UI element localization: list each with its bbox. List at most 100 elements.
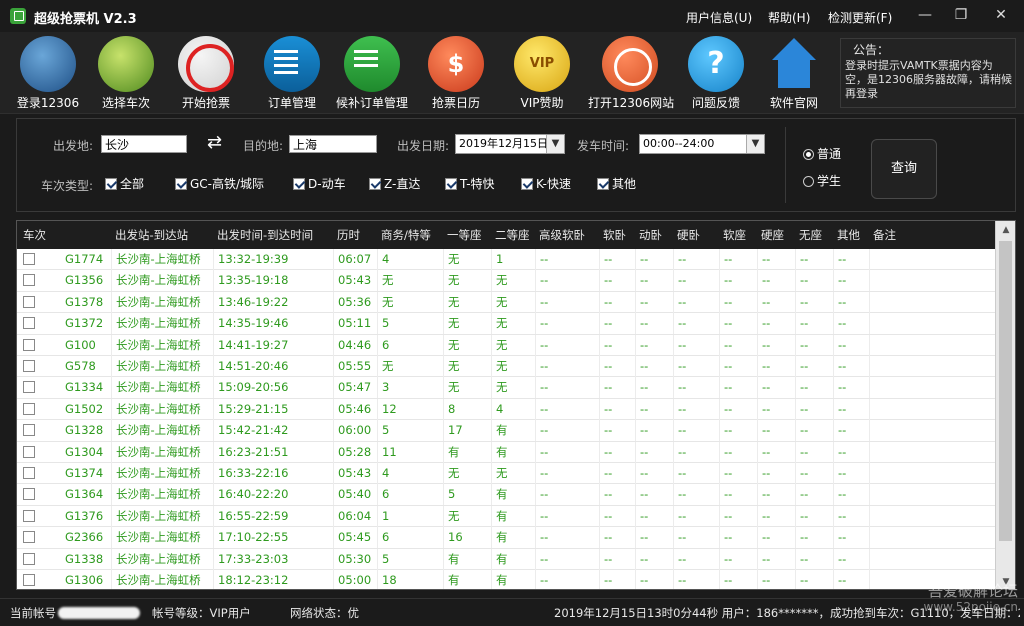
table-row[interactable]: G1502 长沙南-上海虹桥 15:29-21:15 05:46 12 8 4 -- -- -- -… — [17, 398, 997, 421]
column-header[interactable]: 软卧 — [603, 221, 626, 249]
row-checkbox[interactable] — [23, 445, 35, 458]
row-checkbox[interactable] — [23, 552, 35, 565]
menu-user-info[interactable]: 用户信息(U) — [686, 9, 752, 26]
column-header[interactable]: 高级软卧 — [539, 221, 585, 249]
table-row[interactable]: G1356 长沙南-上海虹桥 13:35-19:18 05:43 无无无 -- -- -- --… — [17, 270, 997, 292]
row-checkbox[interactable] — [23, 467, 35, 479]
toolbar-waitlist-button[interactable]: 候补订单管理 — [330, 36, 414, 112]
column-header[interactable]: 出发站-到达站 — [115, 221, 188, 249]
scroll-thumb[interactable] — [999, 241, 1012, 541]
toolbar-feedback-button[interactable]: 问题反馈 — [674, 36, 758, 112]
restore-button[interactable]: ❐ — [950, 6, 972, 24]
type-gc-checkbox[interactable]: GC-高铁/城际 — [175, 177, 264, 193]
row-checkbox[interactable] — [23, 274, 35, 287]
row-checkbox[interactable] — [23, 488, 35, 501]
table-cell: 13:46-19:22 — [213, 291, 333, 313]
menu-help[interactable]: 帮助(H) — [768, 9, 810, 26]
column-header[interactable]: 软座 — [723, 221, 746, 249]
date-value: 2019年12月15日 — [459, 137, 548, 150]
table-row[interactable]: G578 长沙南-上海虹桥 14:51-20:46 05:55 无无无 -- -- -- -- -… — [17, 356, 997, 378]
table-cell: -- — [757, 463, 795, 484]
type-d-checkbox[interactable]: D-动车 — [293, 177, 346, 193]
row-checkbox[interactable] — [23, 574, 35, 586]
row-checkbox[interactable] — [23, 531, 35, 544]
row-checkbox[interactable] — [23, 381, 35, 394]
table-row[interactable]: G2366 长沙南-上海虹桥 17:10-22:55 05:45 6 16 有 -- -- -- -… — [17, 527, 997, 549]
column-header[interactable]: 备注 — [873, 221, 896, 249]
row-checkbox[interactable] — [23, 402, 35, 415]
toolbar-start-grab-button[interactable]: 开始抢票 — [164, 36, 248, 112]
minimize-button[interactable]: — — [914, 6, 936, 24]
scroll-up-icon[interactable]: ▲ — [996, 221, 1015, 239]
table-row[interactable]: G1774 长沙南-上海虹桥 13:32-19:39 06:07 4 无 1 -- -- -- --… — [17, 249, 997, 271]
table-row[interactable]: G1334 长沙南-上海虹桥 15:09-20:56 05:47 3 无无 -- -- -- --… — [17, 377, 997, 399]
row-checkbox[interactable] — [23, 295, 35, 308]
column-header[interactable]: 历时 — [337, 221, 360, 249]
table-cell: -- — [795, 548, 833, 570]
column-header[interactable]: 其他 — [837, 221, 860, 249]
checkbox-label: Z-直达 — [384, 177, 421, 191]
column-header[interactable]: 动卧 — [639, 221, 662, 249]
column-header[interactable]: 二等座 — [495, 221, 530, 249]
column-header[interactable]: 硬座 — [761, 221, 784, 249]
row-checkbox[interactable] — [23, 338, 35, 351]
row-checkbox[interactable] — [23, 424, 35, 437]
passenger-student-radio[interactable]: 学生 — [803, 174, 841, 190]
column-header[interactable]: 无座 — [799, 221, 822, 249]
type-z-checkbox[interactable]: Z-直达 — [369, 177, 420, 193]
table-cell: -- — [599, 484, 635, 506]
table-row[interactable]: G1328 长沙南-上海虹桥 15:42-21:42 06:00 5 17 有 -- -- -- -… — [17, 420, 997, 442]
table-row[interactable]: G1378 长沙南-上海虹桥 13:46-19:22 05:36 无无无 -- -- -- --… — [17, 291, 997, 314]
row-checkbox[interactable] — [23, 317, 35, 330]
app-icon — [10, 8, 26, 24]
table-row[interactable]: G1364 长沙南-上海虹桥 16:40-22:20 05:40 6 5 有 -- -- -- --… — [17, 484, 997, 506]
toolbar-login-button[interactable]: 登录12306 — [6, 36, 90, 112]
toolbar-label: 候补订单管理 — [335, 96, 408, 110]
menu-check-update[interactable]: 检测更新(F) — [828, 9, 892, 26]
toolbar: 登录12306 选择车次 开始抢票 订单管理 候补订单管理 抢票日历 VIP赞助… — [0, 32, 1024, 114]
from-station-input[interactable]: 长沙 — [101, 135, 187, 153]
row-checkbox[interactable] — [23, 253, 35, 265]
toolbar-select-train-button[interactable]: 选择车次 — [84, 36, 168, 112]
table-row[interactable]: G1306 长沙南-上海虹桥 18:12-23:12 05:00 18 有有 -- -- -- -… — [17, 570, 997, 589]
table-row[interactable]: G100 长沙南-上海虹桥 14:41-19:27 04:46 6 无无 -- -- -- -- -… — [17, 334, 997, 356]
table-cell: -- — [535, 291, 599, 313]
column-header[interactable]: 商务/特等 — [381, 221, 431, 249]
toolbar-open-12306-button[interactable]: 打开12306网站 — [588, 36, 674, 112]
column-header[interactable]: 车次 — [23, 221, 46, 249]
toolbar-calendar-button[interactable]: 抢票日历 — [414, 36, 498, 112]
to-station-input[interactable]: 上海 — [289, 135, 377, 153]
column-header[interactable]: 硬卧 — [677, 221, 700, 249]
date-picker[interactable]: 2019年12月15日 ▼ — [455, 134, 565, 154]
row-checkbox[interactable] — [23, 509, 35, 522]
toolbar-website-button[interactable]: 软件官网 — [752, 36, 836, 112]
swap-icon[interactable]: ⇄ — [207, 132, 222, 153]
account-level: 帐号等级：VIP用户 — [152, 606, 251, 620]
column-header[interactable]: 一等座 — [447, 221, 482, 249]
query-button[interactable]: 查询 — [871, 139, 937, 199]
vertical-scrollbar[interactable]: ▲ ▼ — [995, 221, 1015, 589]
type-all-checkbox[interactable]: 全部 — [105, 177, 144, 193]
type-k-checkbox[interactable]: K-快速 — [521, 177, 571, 193]
table-row[interactable]: G1374 长沙南-上海虹桥 16:33-22:16 05:43 4 无无 -- -- -- --… — [17, 463, 997, 485]
table-row[interactable]: G1338 长沙南-上海虹桥 17:33-23:03 05:30 5 有有 -- -- -- --… — [17, 548, 997, 570]
passenger-normal-radio[interactable]: 普通 — [803, 147, 841, 163]
row-checkbox[interactable] — [23, 360, 35, 372]
table-row[interactable]: G1372 长沙南-上海虹桥 14:35-19:46 05:11 5 无无 -- -- -- --… — [17, 313, 997, 335]
table-row[interactable]: G1304 长沙南-上海虹桥 16:23-21:51 05:28 11 有有 -- -- -- -… — [17, 441, 997, 463]
table-cell: 13:32-19:39 — [213, 249, 333, 270]
toolbar-order-manage-button[interactable]: 订单管理 — [250, 36, 334, 112]
table-cell — [869, 356, 929, 377]
table-row[interactable]: G1376 长沙南-上海虹桥 16:55-22:59 06:04 1 无有 -- -- -- --… — [17, 505, 997, 528]
type-t-checkbox[interactable]: T-特快 — [445, 177, 495, 193]
toolbar-vip-button[interactable]: VIP赞助 — [500, 36, 584, 112]
column-header[interactable]: 出发时间-到达时间 — [217, 221, 313, 249]
table-cell: 长沙南-上海虹桥 — [111, 398, 213, 420]
table-cell: 5 — [443, 484, 491, 506]
type-other-checkbox[interactable]: 其他 — [597, 177, 636, 193]
table-cell: -- — [757, 505, 795, 527]
table-cell: -- — [719, 527, 757, 549]
close-button[interactable]: ✕ — [990, 6, 1012, 24]
depart-time-select[interactable]: 00:00--24:00 ▼ — [639, 134, 765, 154]
table-cell: 有 — [491, 570, 535, 589]
